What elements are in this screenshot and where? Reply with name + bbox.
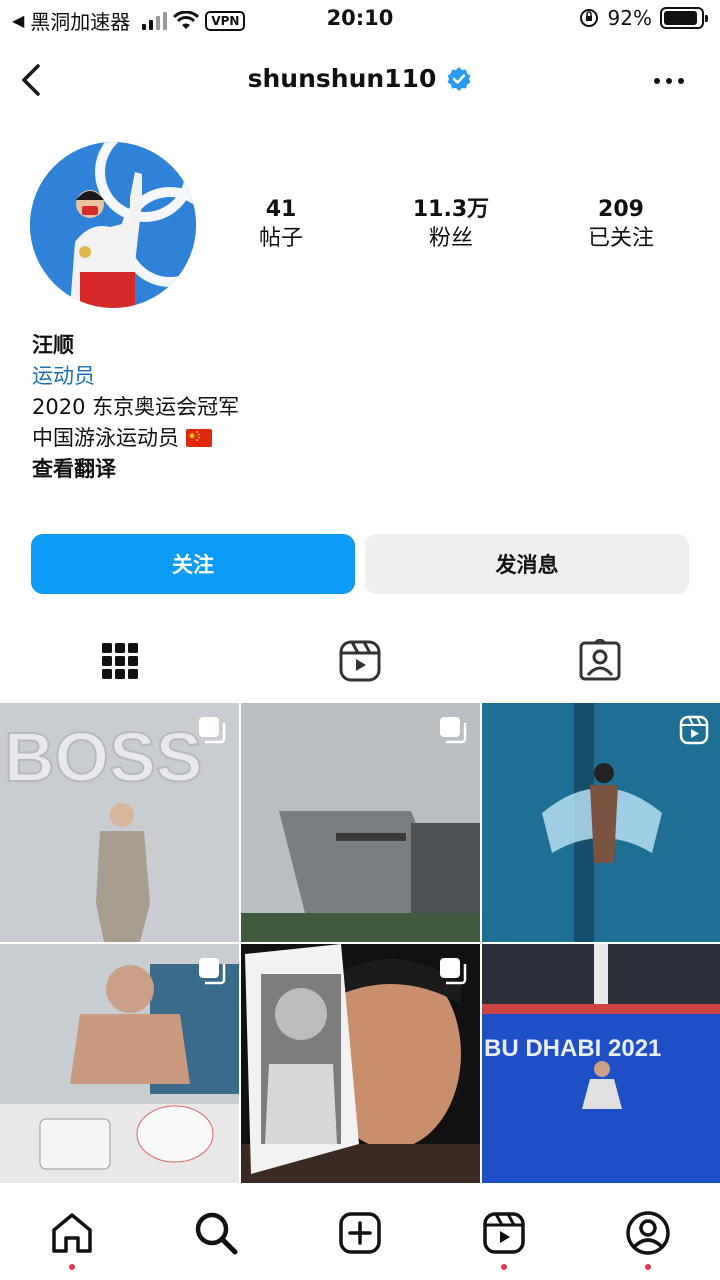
profile-stats: 41 帖子 11.3万 粉丝 209 已关注 — [196, 196, 706, 254]
multi-icon — [440, 717, 467, 744]
stat-followers-value: 11.3万 — [412, 197, 490, 222]
home-icon — [52, 1213, 92, 1253]
battery-icon — [660, 7, 708, 29]
verified-icon — [447, 66, 471, 91]
stat-following-label: 已关注 — [587, 226, 654, 251]
bio-line-flag-row: 中国游泳运动员 — [32, 423, 692, 454]
profile-header: shunshun110 — [0, 54, 720, 110]
post-abu-dhabi[interactable]: BU DHABI 2021 — [482, 944, 720, 1183]
avatar-image — [30, 142, 196, 308]
abu-dhabi-text: BU DHABI 2021 — [484, 1035, 661, 1062]
multi-icon — [199, 958, 226, 985]
tab-tagged[interactable] — [480, 630, 720, 692]
follow-button[interactable]: 关注 — [31, 534, 355, 594]
china-flag-icon — [185, 429, 212, 447]
notification-dot — [501, 1264, 507, 1270]
message-button[interactable]: 发消息 — [365, 534, 689, 594]
bio-line: 2020 东京奥运会冠军 — [32, 395, 240, 419]
more-icon[interactable] — [652, 66, 686, 96]
post-boss-suit[interactable]: BOSS — [0, 703, 239, 942]
tagged-icon — [579, 639, 621, 681]
grid-icon — [102, 643, 138, 679]
nav-search[interactable] — [144, 1186, 288, 1280]
nav-reels[interactable] — [432, 1186, 576, 1280]
post-birthday-cake[interactable] — [0, 944, 239, 1183]
avatar[interactable] — [30, 142, 196, 308]
bio-line: 中国游泳运动员 — [32, 426, 179, 450]
stat-posts[interactable]: 41 帖子 — [196, 196, 366, 254]
orientation-lock-icon — [579, 9, 598, 27]
see-translation-link[interactable]: 查看翻译 — [32, 454, 692, 485]
post-image: BU DHABI 2021 — [482, 944, 720, 1183]
battery-percent: 92% — [607, 6, 652, 30]
nav-create[interactable] — [288, 1186, 432, 1280]
stat-followers-label: 粉丝 — [428, 226, 473, 251]
multi-icon — [199, 717, 226, 744]
stat-posts-value: 41 — [265, 197, 297, 222]
profile-category[interactable]: 运动员 — [32, 361, 692, 392]
boss-sign: BOSS — [4, 718, 202, 796]
stat-following-value: 209 — [598, 197, 644, 222]
stat-posts-label: 帖子 — [258, 226, 303, 251]
reels-icon — [339, 640, 381, 682]
content-tabs — [0, 630, 720, 692]
status-bar: ◀ 黑洞加速器 VPN 20:10 92% — [0, 0, 720, 40]
reel-icon — [679, 715, 709, 745]
stat-following[interactable]: 209 已关注 — [536, 196, 706, 254]
profile-bio: 汪顺 运动员 2020 东京奥运会冠军 中国游泳运动员 查看翻译 — [32, 330, 692, 485]
reels-icon — [483, 1212, 525, 1254]
notification-dot — [69, 1264, 75, 1270]
tab-reels[interactable] — [240, 630, 480, 692]
nav-home[interactable] — [0, 1186, 144, 1280]
profile-icon — [626, 1211, 670, 1255]
multi-icon — [440, 958, 467, 985]
search-icon — [195, 1212, 238, 1255]
post-portrait-compare[interactable] — [241, 944, 480, 1183]
create-icon — [339, 1212, 381, 1254]
post-grid: BOSS BU DHABI 2021 — [0, 703, 720, 1185]
profile-name: 汪顺 — [32, 333, 74, 357]
tab-posts-grid[interactable] — [0, 630, 240, 692]
bottom-navigation — [0, 1186, 720, 1280]
post-swimming[interactable] — [482, 703, 720, 942]
nav-profile[interactable] — [576, 1186, 720, 1280]
profile-username: shunshun110 — [247, 64, 437, 93]
notification-dot — [645, 1264, 651, 1270]
post-building[interactable] — [241, 703, 480, 942]
stat-followers[interactable]: 11.3万 粉丝 — [366, 196, 536, 254]
